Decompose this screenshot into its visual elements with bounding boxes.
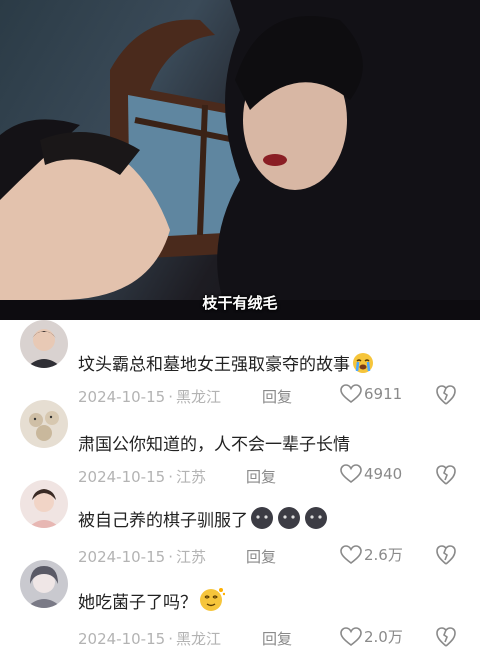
comment-text: 坟头霸总和墓地女王强取豪夺的故事 [78,350,374,379]
comment-text: 肃国公你知道的，人不会一辈子长情 [78,435,350,455]
crying-face-icon [352,352,374,379]
comment-list: 坟头霸总和墓地女王强取豪夺的故事 2024-10-15 · 黑龙江 回复 6911 … [0,320,480,648]
comment-item: 被自己养的棋子驯服了 2024-10-15 · 江苏 回复 2.6万 [0,480,480,566]
comment-item: 她吃菌子了吗？ 2024-10-15 · 黑龙江 回复 2.0万 [0,560,480,648]
like-button[interactable]: 2.0万 [340,626,403,647]
video-frame[interactable]: 枝干有绒毛 [0,0,480,320]
comment-text: 她吃菌子了吗？ [78,586,226,617]
reply-button[interactable]: 回复 [262,628,292,649]
heart-icon [340,626,362,646]
video-subtitle: 枝干有绒毛 [202,294,278,312]
comment-meta: 2024-10-15 · 黑龙江 [78,630,221,648]
avatar[interactable] [20,400,68,448]
comment-text: 被自己养的棋子驯服了 [78,506,328,535]
avatar[interactable] [20,560,68,608]
broken-heart-icon [436,627,456,647]
comment-date: 2024-10-15 [78,630,166,648]
like-count: 2.0万 [364,628,403,646]
comment-location: 黑龙江 [175,630,221,648]
comment-item: 肃国公你知道的，人不会一辈子长情 2024-10-15 · 江苏 回复 4940 [0,400,480,486]
dislike-button[interactable] [436,626,456,652]
video-still [0,0,480,320]
dizzy-face-icon [199,586,226,617]
avatar[interactable] [20,320,68,368]
comment-item: 坟头霸总和墓地女王强取豪夺的故事 2024-10-15 · 黑龙江 回复 6911 [0,320,480,406]
avatar[interactable] [20,480,68,528]
dark-blob-icon [250,506,328,535]
